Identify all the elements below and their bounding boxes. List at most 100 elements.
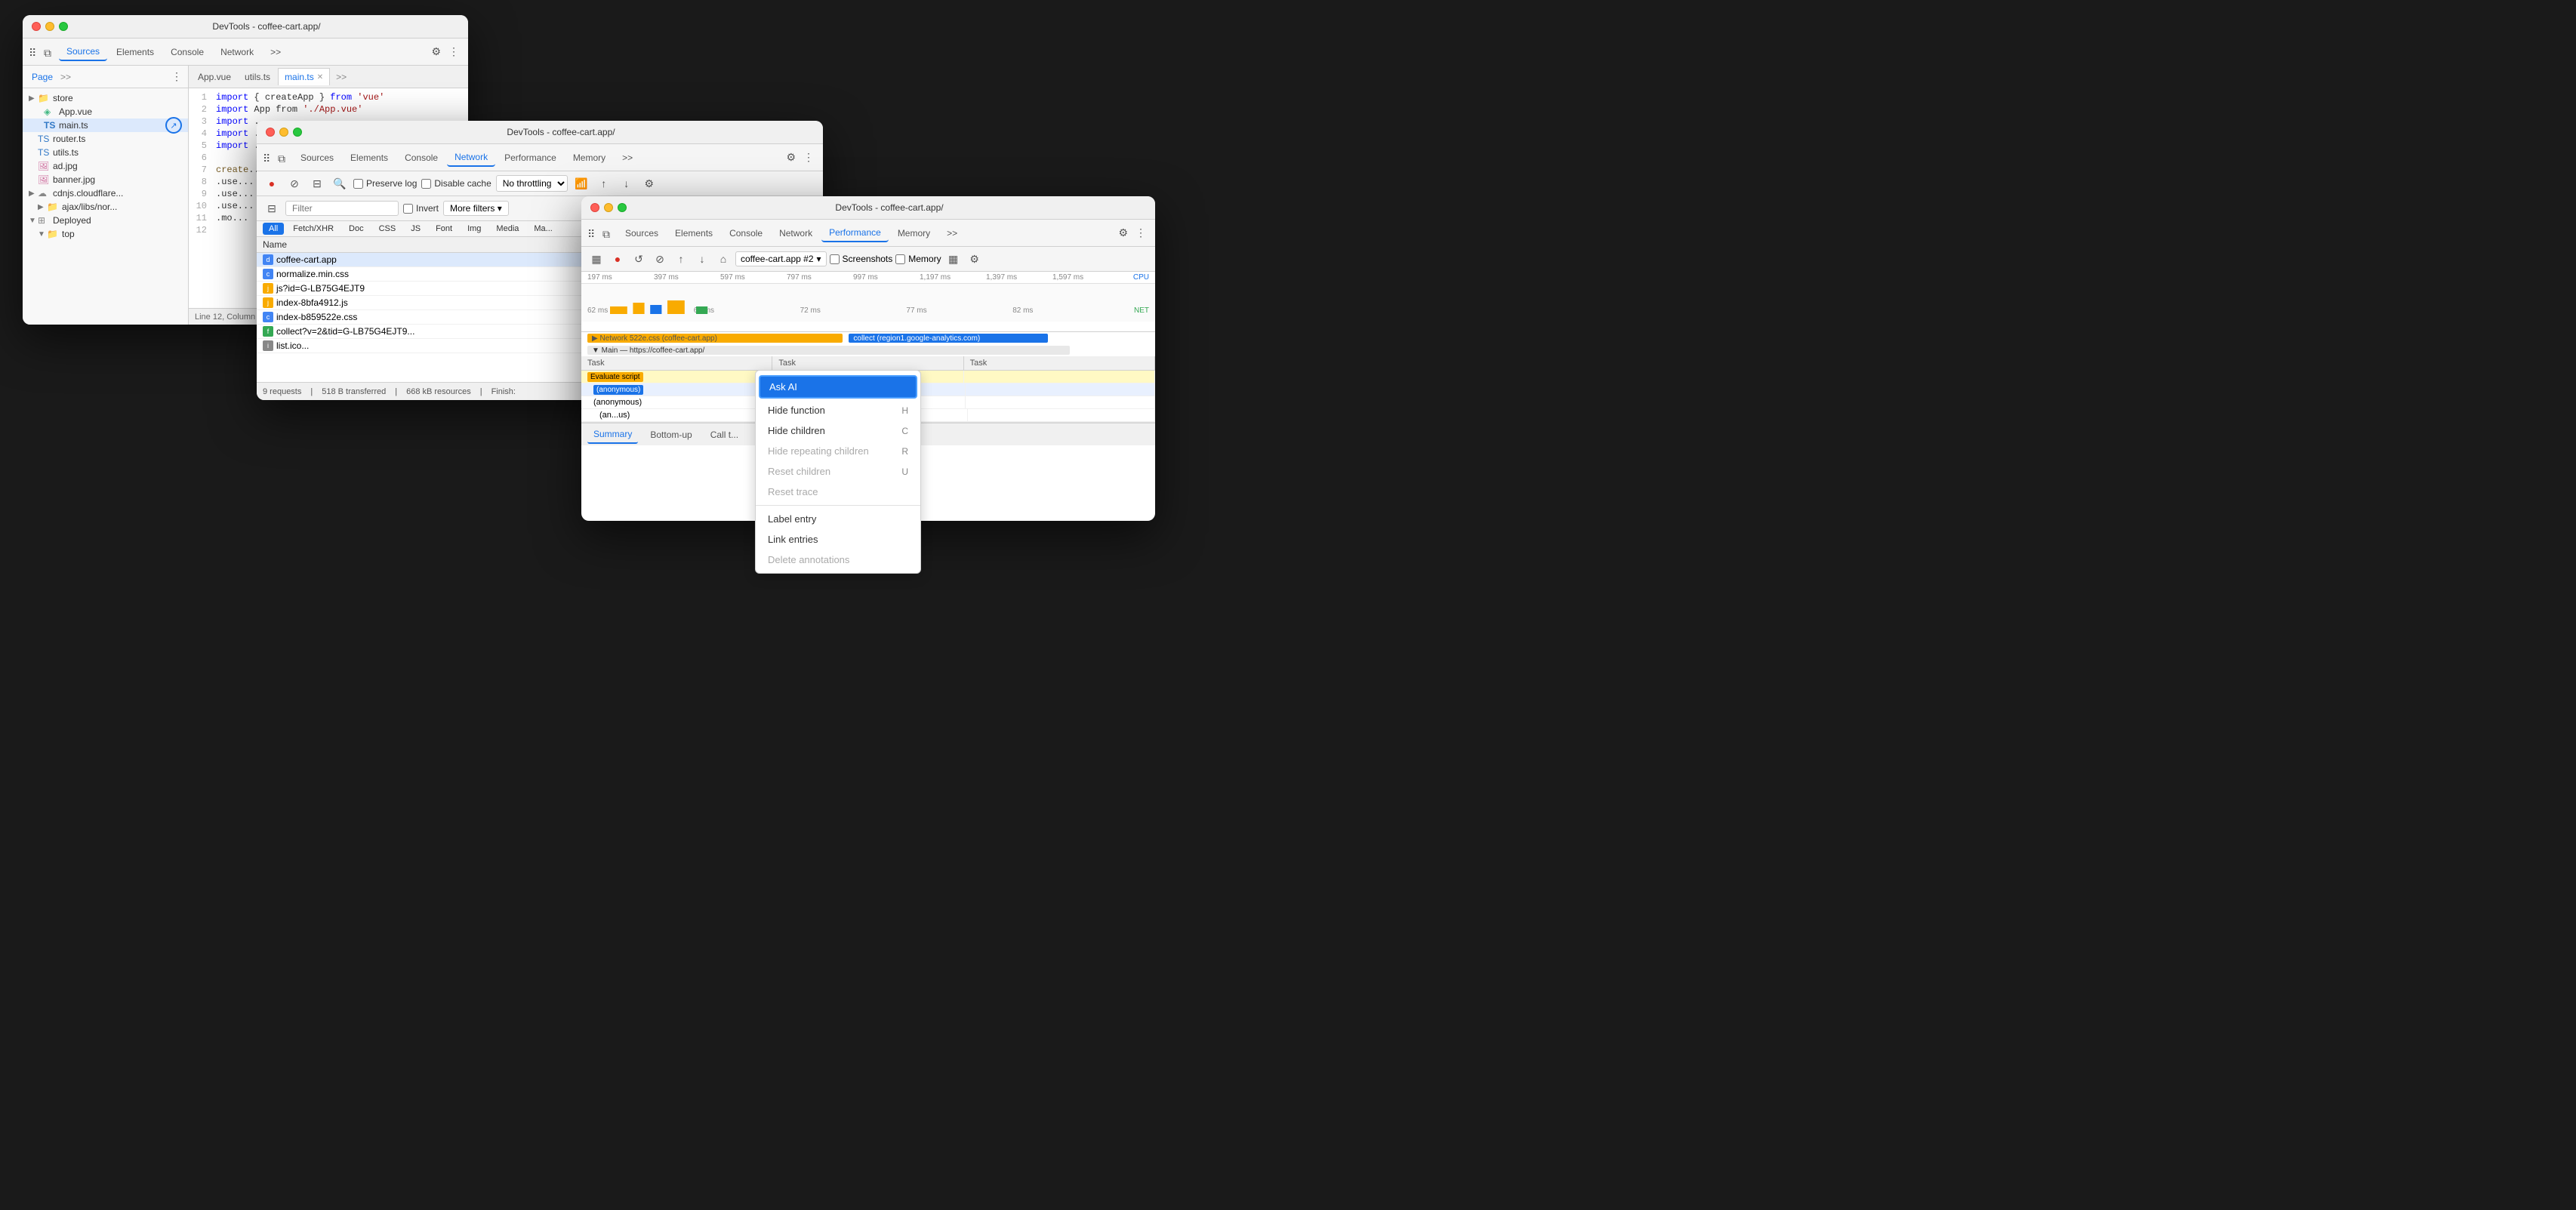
devtools-grid-icon-3[interactable]: ⠿ bbox=[587, 228, 598, 239]
sidebar-more-icon[interactable]: >> bbox=[60, 72, 71, 82]
tree-item-utilsts[interactable]: TS utils.ts bbox=[23, 146, 188, 159]
preserve-log-checkbox[interactable] bbox=[353, 179, 363, 189]
type-btn-ma[interactable]: Ma... bbox=[528, 223, 558, 235]
ctx-label-entry[interactable]: Label entry bbox=[756, 509, 920, 529]
timeline-chart[interactable]: 62 ms 67 ms 72 ms 77 ms 82 ms NET bbox=[581, 284, 1155, 322]
tab-network[interactable]: Network bbox=[213, 44, 261, 60]
collect-flame-block[interactable]: collect (region1.google-analytics.com) bbox=[849, 334, 1047, 343]
clear-button[interactable]: ⊘ bbox=[285, 174, 304, 192]
screenshots-label[interactable]: Screenshots bbox=[830, 254, 893, 264]
tab-elements[interactable]: Elements bbox=[109, 44, 162, 60]
clear-perf-icon[interactable]: ⊘ bbox=[651, 250, 669, 268]
disable-cache-checkbox[interactable] bbox=[421, 179, 431, 189]
perf-tab-memory[interactable]: Memory bbox=[890, 225, 938, 242]
filter-icon[interactable]: ⊟ bbox=[308, 174, 326, 192]
tree-item-store[interactable]: ▶ 📁 store bbox=[23, 91, 188, 105]
memory-check-label[interactable]: Memory bbox=[895, 254, 941, 264]
invert-checkbox[interactable] bbox=[403, 204, 413, 214]
reload-record-icon[interactable]: ↺ bbox=[630, 250, 648, 268]
main-flame-block[interactable]: ▼ Main — https://coffee-cart.app/ bbox=[587, 346, 1070, 355]
gear-icon-3[interactable]: ⚙ bbox=[1115, 223, 1131, 242]
devtools-layers-icon-2[interactable]: ⧉ bbox=[278, 152, 288, 163]
record-icon[interactable]: ● bbox=[609, 250, 627, 268]
perf-settings-icon[interactable]: ▦ bbox=[944, 250, 963, 268]
code-tab-maints[interactable]: main.ts ✕ bbox=[278, 68, 330, 85]
home-icon[interactable]: ⌂ bbox=[714, 250, 732, 268]
perf-tab-more[interactable]: >> bbox=[939, 225, 965, 242]
net-tab-elements[interactable]: Elements bbox=[343, 149, 396, 166]
bottom-tab-bottomup[interactable]: Bottom-up bbox=[644, 426, 698, 443]
more-icon[interactable]: ⋮ bbox=[445, 42, 462, 61]
net-tab-memory[interactable]: Memory bbox=[565, 149, 613, 166]
close-button-1[interactable] bbox=[32, 22, 41, 31]
code-tab-more[interactable]: >> bbox=[331, 72, 351, 82]
filter-toggle-icon[interactable]: ⊟ bbox=[263, 199, 281, 217]
tree-item-adjpg[interactable]: 🖼 ad.jpg bbox=[23, 159, 188, 173]
type-btn-img[interactable]: Img bbox=[461, 223, 487, 235]
bottom-tab-summary[interactable]: Summary bbox=[587, 426, 638, 444]
devtools-grid-icon-2[interactable]: ⠿ bbox=[263, 152, 273, 163]
minimize-button-2[interactable] bbox=[279, 128, 288, 137]
more-icon-3[interactable]: ⋮ bbox=[1132, 223, 1149, 242]
screenshots-checkbox[interactable] bbox=[830, 254, 840, 264]
maximize-button-2[interactable] bbox=[293, 128, 302, 137]
tree-item-appvue[interactable]: ◈ App.vue bbox=[23, 105, 188, 119]
ctx-ask-ai[interactable]: Ask AI bbox=[759, 375, 917, 399]
target-select[interactable]: coffee-cart.app #2 ▾ bbox=[735, 251, 827, 266]
open-file-button-1[interactable]: ↗ bbox=[165, 117, 182, 134]
tree-item-cdnjs[interactable]: ▶ ☁ cdnjs.cloudflare... bbox=[23, 186, 188, 200]
close-button-2[interactable] bbox=[266, 128, 275, 137]
ctx-hide-function[interactable]: Hide function H bbox=[756, 400, 920, 420]
type-btn-media[interactable]: Media bbox=[490, 223, 525, 235]
upload-icon[interactable]: ↑ bbox=[595, 174, 613, 192]
search-icon[interactable]: 🔍 bbox=[331, 174, 349, 192]
type-btn-js[interactable]: JS bbox=[405, 223, 427, 235]
bottom-tab-calltree[interactable]: Call t... bbox=[704, 426, 744, 443]
net-tab-performance[interactable]: Performance bbox=[497, 149, 564, 166]
throttle-select[interactable]: No throttling bbox=[496, 175, 568, 192]
more-filters-button[interactable]: More filters ▾ bbox=[443, 201, 509, 216]
tree-item-maints[interactable]: TS main.ts ↗ bbox=[23, 119, 188, 132]
minimize-button-1[interactable] bbox=[45, 22, 54, 31]
invert-label[interactable]: Invert bbox=[403, 203, 439, 214]
download-icon[interactable]: ↓ bbox=[618, 174, 636, 192]
tree-item-ajax[interactable]: ▶ 📁 ajax/libs/nor... bbox=[23, 200, 188, 214]
ctx-hide-children[interactable]: Hide children C bbox=[756, 420, 920, 441]
tab-console[interactable]: Console bbox=[163, 44, 211, 60]
preserve-log-label[interactable]: Preserve log bbox=[353, 178, 417, 189]
tree-item-routerts[interactable]: TS router.ts bbox=[23, 132, 188, 146]
sidebar-options-icon[interactable]: ⋮ bbox=[171, 70, 182, 83]
type-btn-fetchxhr[interactable]: Fetch/XHR bbox=[287, 223, 340, 235]
devtools-layers-icon[interactable]: ⧉ bbox=[44, 47, 54, 57]
type-btn-css[interactable]: CSS bbox=[373, 223, 402, 235]
filter-input[interactable] bbox=[285, 201, 399, 216]
perf-tab-console[interactable]: Console bbox=[722, 225, 770, 242]
network-flame-block[interactable]: ▶ Network 522e.css (coffee-cart.app) bbox=[587, 334, 843, 343]
code-tab-utilsts[interactable]: utils.ts bbox=[239, 69, 276, 85]
tree-item-top[interactable]: ▼ 📁 top bbox=[23, 227, 188, 241]
type-btn-doc[interactable]: Doc bbox=[343, 223, 370, 235]
maximize-button-1[interactable] bbox=[59, 22, 68, 31]
net-tab-console[interactable]: Console bbox=[397, 149, 445, 166]
tree-item-bannerjpg[interactable]: 🖼 banner.jpg bbox=[23, 173, 188, 186]
screenshot-icon[interactable]: ▦ bbox=[587, 250, 605, 268]
close-tab-icon[interactable]: ✕ bbox=[317, 73, 323, 82]
perf-tab-elements[interactable]: Elements bbox=[667, 225, 720, 242]
download-perf-icon[interactable]: ↓ bbox=[693, 250, 711, 268]
settings-icon[interactable]: ⚙ bbox=[640, 174, 658, 192]
ctx-link-entries[interactable]: Link entries bbox=[756, 529, 920, 550]
record-button[interactable]: ● bbox=[263, 174, 281, 192]
tree-item-deployed[interactable]: ▼ ⊞ Deployed bbox=[23, 214, 188, 227]
perf-tab-performance[interactable]: Performance bbox=[821, 224, 889, 242]
tab-sources[interactable]: Sources bbox=[59, 43, 107, 61]
minimize-button-3[interactable] bbox=[604, 203, 613, 212]
devtools-layers-icon-3[interactable]: ⧉ bbox=[602, 228, 613, 239]
perf-gear-icon[interactable]: ⚙ bbox=[966, 250, 984, 268]
devtools-grid-icon[interactable]: ⠿ bbox=[29, 47, 39, 57]
memory-checkbox[interactable] bbox=[895, 254, 905, 264]
perf-tab-network[interactable]: Network bbox=[772, 225, 820, 242]
type-btn-all[interactable]: All bbox=[263, 223, 284, 235]
net-tab-more[interactable]: >> bbox=[615, 149, 640, 166]
net-tab-sources[interactable]: Sources bbox=[293, 149, 341, 166]
more-icon-2[interactable]: ⋮ bbox=[800, 148, 817, 167]
